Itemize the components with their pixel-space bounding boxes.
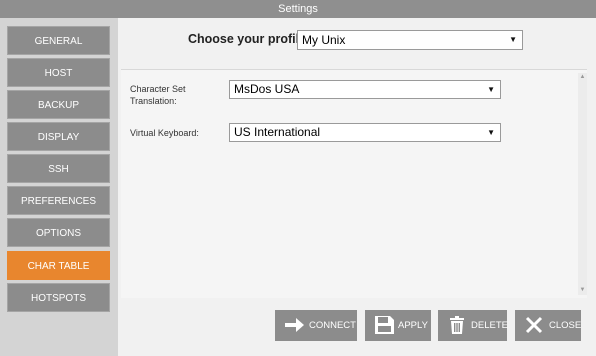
scroll-up-arrow-icon[interactable]: ▲ — [578, 73, 587, 82]
close-button[interactable]: CLOSE — [515, 310, 581, 341]
apply-label: APPLY — [398, 320, 428, 331]
chevron-down-icon: ▼ — [509, 35, 517, 44]
profile-row: Choose your profile: My Unix ▼ — [118, 30, 596, 50]
arrow-right-icon — [285, 318, 304, 332]
sidebar-item-backup[interactable]: BACKUP — [7, 90, 110, 119]
profile-label: Choose your profile: — [188, 32, 311, 46]
sidebar-item-options[interactable]: OPTIONS — [7, 218, 110, 247]
sidebar-item-preferences[interactable]: PREFERENCES — [7, 186, 110, 215]
connect-button[interactable]: CONNECT — [275, 310, 357, 341]
settings-sidebar: GENERAL HOST BACKUP DISPLAY SSH PREFEREN… — [0, 18, 118, 356]
charset-label: Character Set Translation: — [130, 84, 186, 106]
sidebar-item-char-table[interactable]: CHAR TABLE — [7, 251, 110, 280]
sidebar-item-host[interactable]: HOST — [7, 58, 110, 87]
delete-button[interactable]: DELETE — [438, 310, 508, 341]
floppy-disk-icon — [375, 316, 394, 334]
panel-scrollbar[interactable]: ▲ ▼ — [578, 73, 587, 295]
profile-select-value: My Unix — [302, 33, 346, 47]
sidebar-item-hotspots[interactable]: HOTSPOTS — [7, 283, 110, 312]
char-table-panel: Character Set Translation: MsDos USA ▼ V… — [121, 69, 587, 298]
close-x-icon — [525, 316, 543, 334]
sidebar-item-ssh[interactable]: SSH — [7, 154, 110, 183]
trash-icon — [450, 316, 464, 334]
keyboard-label: Virtual Keyboard: — [130, 128, 199, 138]
keyboard-select[interactable]: US International ▼ — [229, 123, 501, 142]
settings-content: Choose your profile: My Unix ▼ Character… — [118, 18, 596, 356]
sidebar-item-general[interactable]: GENERAL — [7, 26, 110, 55]
sidebar-item-display[interactable]: DISPLAY — [7, 122, 110, 151]
charset-select-value: MsDos USA — [234, 82, 300, 96]
close-label: CLOSE — [549, 320, 582, 331]
window-title: Settings — [0, 0, 596, 18]
scroll-down-arrow-icon[interactable]: ▼ — [578, 286, 587, 295]
profile-select[interactable]: My Unix ▼ — [297, 30, 523, 50]
apply-button[interactable]: APPLY — [365, 310, 431, 341]
charset-select[interactable]: MsDos USA ▼ — [229, 80, 501, 99]
connect-label: CONNECT — [309, 320, 356, 331]
keyboard-select-value: US International — [234, 125, 321, 139]
delete-label: DELETE — [471, 320, 508, 331]
chevron-down-icon: ▼ — [487, 128, 495, 137]
chevron-down-icon: ▼ — [487, 85, 495, 94]
